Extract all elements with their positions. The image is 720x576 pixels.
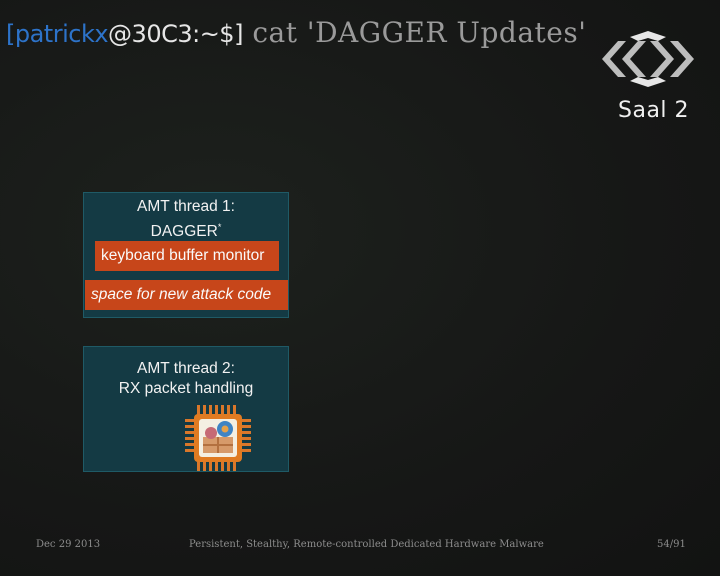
amt-thread-2-title: AMT thread 2: RX packet handling [118,360,254,397]
keyboard-buffer-monitor-block: keyboard buffer monitor [95,241,279,271]
prompt-user: [patrickx [6,20,109,48]
prompt-host: @30C3:~$] [108,20,243,48]
slide: [patrickx@30C3:~$] cat 'DAGGER Updates' … [0,0,720,576]
footer-title: Persistent, Stealthy, Remote-controlled … [189,539,544,550]
room-label: Saal 2 [618,98,690,123]
prompt-command: cat 'DAGGER Updates' [242,16,587,49]
footer-date: Dec 29 2013 [36,539,101,550]
cpu-chip-icon [185,405,251,471]
attack-code-space-block: space for new attack code [85,280,288,310]
slide-title: [patrickx@30C3:~$] cat 'DAGGER Updates' [6,16,586,49]
footer-page-number: 54/91 [657,539,686,550]
footnote-mark: * [217,222,222,232]
30c3-logo-icon [602,31,694,87]
amt-thread-1-title: AMT thread 1: DAGGER* [137,198,235,241]
